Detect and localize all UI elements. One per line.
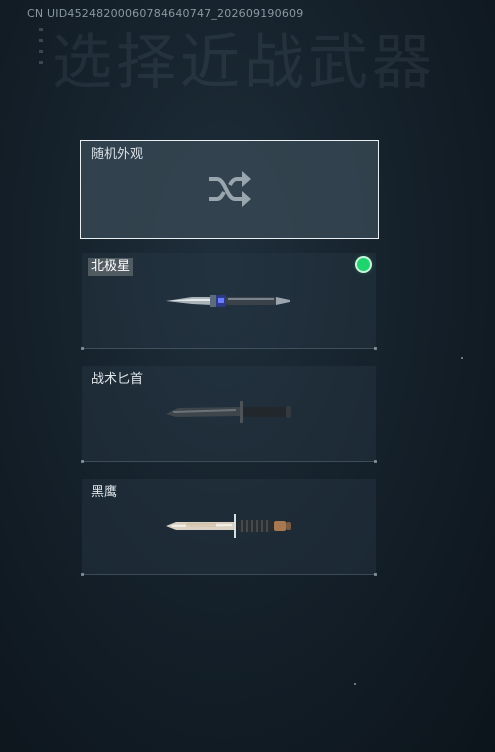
polaris-knife-icon: [166, 295, 290, 307]
black-hawk-knife-icon: [166, 514, 291, 538]
weapon-label: 黑鹰: [91, 485, 118, 500]
shuffle-icon: [209, 171, 251, 207]
tactical-dagger-icon: [166, 401, 291, 423]
random-appearance-label: 随机外观: [91, 147, 144, 162]
page-title: 选择近战武器: [52, 28, 436, 98]
background-speck: [461, 357, 463, 359]
weapon-label: 战术匕首: [91, 372, 144, 387]
side-marks-decoration: [39, 28, 45, 66]
weapon-option-polaris[interactable]: 北极星: [81, 253, 377, 350]
weapon-label: 北极星: [88, 258, 134, 276]
random-appearance-option[interactable]: 随机外观: [80, 140, 379, 239]
background-speck: [354, 683, 356, 685]
weapon-option-tactical-dagger[interactable]: 战术匕首: [81, 366, 377, 463]
weapon-option-black-hawk[interactable]: 黑鹰: [81, 479, 377, 576]
equipped-indicator-icon: [357, 258, 370, 271]
